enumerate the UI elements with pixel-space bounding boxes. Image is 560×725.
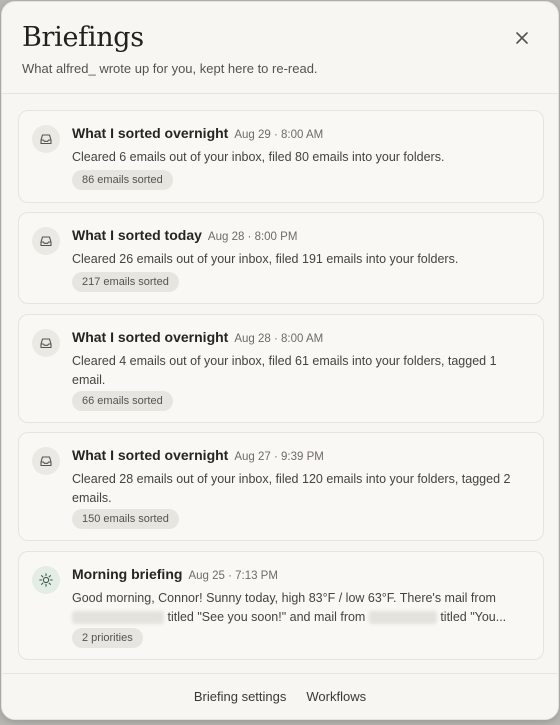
- workflows-link[interactable]: Workflows: [306, 689, 366, 704]
- briefing-tag: 217 emails sorted: [72, 272, 179, 292]
- briefing-card[interactable]: What I sorted overnight Aug 28 · 8:00 AM …: [18, 314, 544, 423]
- briefing-summary: Cleared 26 emails out of your inbox, fil…: [72, 252, 459, 266]
- inbox-icon: [32, 125, 60, 153]
- briefing-tag: 2 priorities: [72, 628, 143, 648]
- briefing-summary: Cleared 4 emails out of your inbox, file…: [72, 354, 497, 387]
- briefing-card[interactable]: What I sorted overnight Aug 27 · 9:39 PM …: [18, 432, 544, 541]
- summary-fragment: titled "See you soon!" and mail from: [167, 610, 366, 624]
- dialog-header: Briefings What alfred_ wrote up for you,…: [2, 2, 558, 94]
- briefing-tag: 66 emails sorted: [72, 391, 173, 411]
- briefing-title: What I sorted overnight: [72, 447, 229, 463]
- briefing-card[interactable]: Morning briefing Aug 25 · 7:13 PM Good mo…: [18, 551, 544, 660]
- briefing-summary: Cleared 28 emails out of your inbox, fil…: [72, 472, 511, 505]
- briefing-title: Morning briefing: [72, 566, 183, 582]
- dialog-subtitle: What alfred_ wrote up for you, kept here…: [22, 61, 318, 76]
- briefing-date: Aug 29 · 8:00 AM: [234, 129, 324, 141]
- briefing-settings-link[interactable]: Briefing settings: [194, 689, 287, 704]
- briefing-date: Aug 28 · 8:00 AM: [234, 333, 324, 345]
- dialog-title: Briefings: [22, 22, 144, 53]
- sun-icon: [32, 566, 60, 594]
- briefing-title: What I sorted overnight: [72, 125, 229, 141]
- dialog-footer: Briefing settings Workflows: [2, 673, 558, 719]
- redacted-sender: [368, 611, 437, 625]
- briefing-tag: 150 emails sorted: [72, 509, 179, 529]
- briefing-card[interactable]: What I sorted today Aug 28 · 8:00 PM Clea…: [18, 212, 544, 304]
- summary-fragment: titled "You...: [440, 610, 507, 624]
- inbox-icon: [32, 329, 60, 357]
- briefing-title: What I sorted today: [72, 227, 202, 243]
- inbox-icon: [32, 227, 60, 255]
- briefing-tag: 86 emails sorted: [72, 170, 173, 190]
- briefing-title: What I sorted overnight: [72, 329, 229, 345]
- briefing-date: Aug 28 · 8:00 PM: [207, 231, 298, 243]
- briefing-summary: Cleared 6 emails out of your inbox, file…: [72, 150, 445, 164]
- briefing-card[interactable]: What I sorted overnight Aug 29 · 8:00 AM …: [18, 110, 544, 203]
- briefings-dialog: Briefings What alfred_ wrote up for you,…: [1, 1, 559, 720]
- summary-line: Good morning, Connor! Sunny today, high …: [72, 591, 496, 605]
- briefing-summary: Good morning, Connor! Sunny today, high …: [72, 589, 532, 627]
- redacted-sender: [72, 611, 164, 625]
- briefing-date: Aug 27 · 9:39 PM: [234, 451, 324, 463]
- close-icon[interactable]: [512, 28, 532, 48]
- briefing-date: Aug 25 · 7:13 PM: [188, 570, 278, 582]
- inbox-icon: [32, 447, 60, 475]
